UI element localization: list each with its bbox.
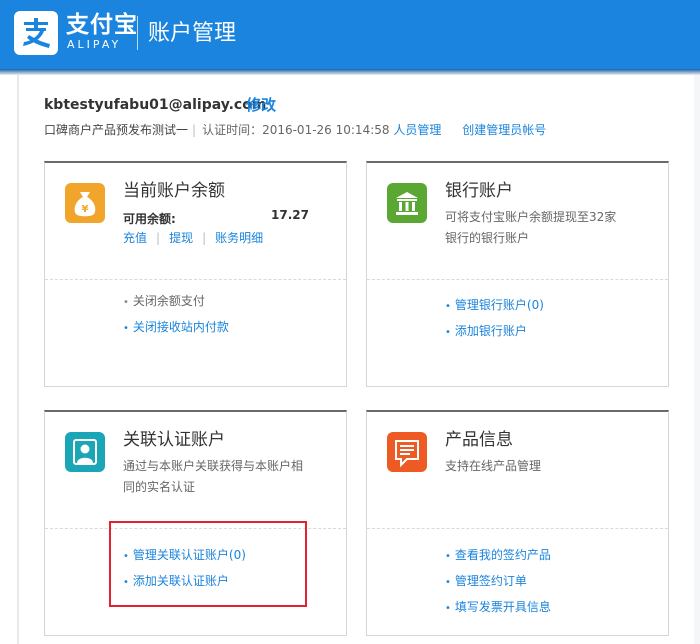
available-balance-row: 可用余额: 17.27	[123, 208, 323, 226]
left-border	[17, 75, 19, 644]
svg-text:¥: ¥	[82, 204, 89, 215]
bank-card-title: 银行账户	[445, 181, 513, 201]
bank-card-desc: 可将支付宝账户余额提现至32家银行的银行账户	[445, 210, 617, 245]
header-shadow	[0, 69, 700, 75]
bank-card: 银行账户 可将支付宝账户余额提现至32家银行的银行账户 • 管理银行账户(0) •…	[366, 161, 669, 387]
linked-card-desc: 通过与本账户关联获得与本账户相同的实名认证	[123, 459, 304, 494]
highlight-box	[109, 521, 307, 607]
right-gutter	[694, 75, 700, 644]
page-title: 账户管理	[148, 21, 237, 46]
bank-icon	[387, 183, 427, 223]
balance-card: ¥ 当前账户余额 可用余额: 17.27 充值 | 提现 | 账务明细 • 关闭余额支付 …	[44, 161, 347, 387]
manage-contract-orders-link[interactable]: • 管理签约订单	[445, 573, 527, 591]
recharge-link[interactable]: 充值	[123, 231, 147, 245]
linked-card-title: 关联认证账户	[123, 430, 225, 450]
message-icon	[387, 432, 427, 472]
balance-card-title: 当前账户余额	[123, 181, 225, 201]
alipay-logo-icon[interactable]	[14, 11, 58, 55]
meta-separator: |	[192, 123, 197, 137]
withdraw-link[interactable]: 提现	[169, 231, 193, 245]
account-email: kbtestyufabu01@alipay.com	[44, 97, 267, 113]
edit-account-link[interactable]: 修改	[246, 95, 276, 115]
merchant-name: 口碑商户产品预发布测试一	[44, 123, 189, 137]
user-icon	[65, 432, 105, 472]
balance-actions: 充值 | 提现 | 账务明细	[123, 231, 264, 245]
manage-bank-account-link[interactable]: • 管理银行账户(0)	[445, 297, 544, 315]
card-divider	[367, 528, 668, 529]
product-card: 产品信息 支持在线产品管理 • 查看我的签约产品 • 管理签约订单 • 填写发票开具信…	[366, 410, 669, 636]
available-balance-value: 17.27	[271, 208, 309, 222]
brand-name-en: ALIPAY	[67, 38, 122, 51]
header-divider	[137, 16, 138, 50]
account-meta-row: 口碑商户产品预发布测试一 | 认证时间：2016-01-26 10:14:58 人员…	[44, 122, 546, 138]
close-internal-receive-link[interactable]: • 关闭接收站内付款	[123, 319, 229, 337]
product-card-title: 产品信息	[445, 430, 513, 450]
close-balance-payment-item: • 关闭余额支付	[123, 294, 205, 308]
brand-name-cn: 支付宝	[66, 12, 138, 38]
product-card-desc: 支持在线产品管理	[445, 459, 542, 473]
staff-manage-link[interactable]: 人员管理	[393, 123, 441, 137]
create-admin-link[interactable]: 创建管理员帐号	[462, 123, 546, 137]
top-header: 支付宝 ALIPAY 账户管理	[0, 0, 700, 69]
view-contract-products-link[interactable]: • 查看我的签约产品	[445, 547, 551, 565]
cert-time: 认证时间：2016-01-26 10:14:58	[202, 123, 390, 137]
account-detail-link[interactable]: 账务明细	[215, 231, 263, 245]
add-bank-account-link[interactable]: • 添加银行账户	[445, 323, 527, 341]
available-balance-label: 可用余额:	[123, 212, 176, 226]
card-divider	[45, 279, 346, 280]
card-divider	[367, 279, 668, 280]
money-bag-icon: ¥	[65, 183, 105, 223]
fill-invoice-info-link[interactable]: • 填写发票开具信息	[445, 599, 551, 617]
